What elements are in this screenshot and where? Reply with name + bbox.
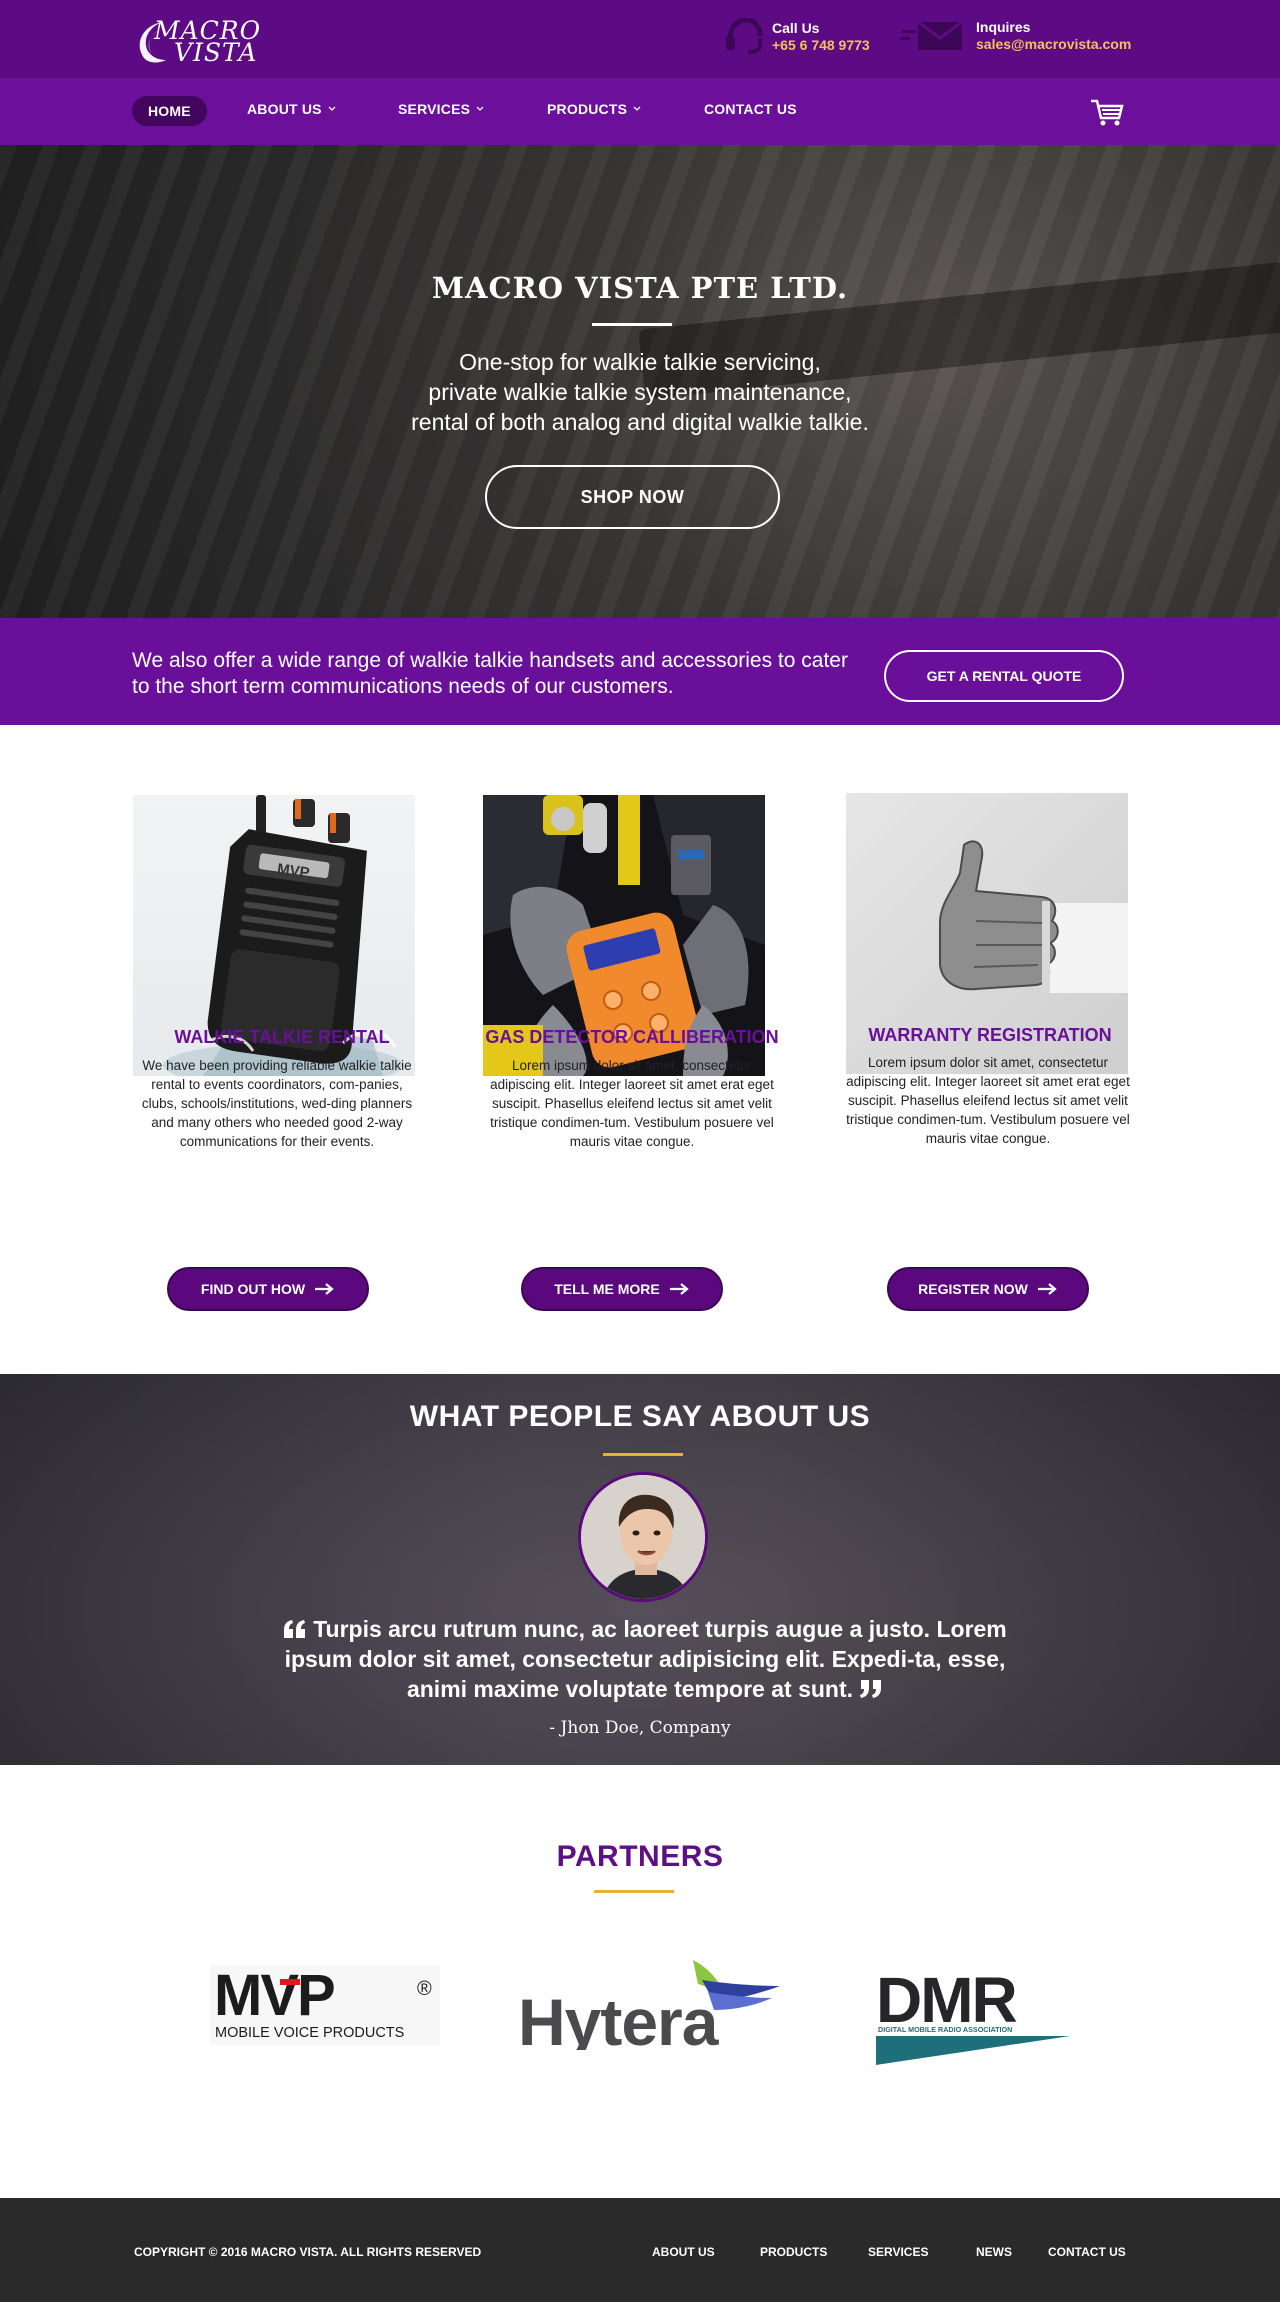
hero-tagline-line-2: private walkie talkie system maintenance… xyxy=(428,379,852,405)
register-now-label: REGISTER NOW xyxy=(918,1281,1028,1297)
testimonials-section: WHAT PEOPLE SAY ABOUT US Turpis arcu rut… xyxy=(0,1374,1280,1765)
footer-link-news[interactable]: NEWS xyxy=(976,2245,1012,2259)
tell-me-more-label: TELL ME MORE xyxy=(554,1281,660,1297)
chevron-down-icon xyxy=(633,106,641,111)
nav-services[interactable]: SERVICES xyxy=(398,101,484,117)
partners-divider xyxy=(594,1890,674,1893)
call-us-block[interactable]: Call Us +65 6 748 9773 xyxy=(724,18,870,54)
partner-logo-mvp[interactable]: MVP MOBILE VOICE PRODUCTS ® xyxy=(210,1965,440,2045)
partner-logo-hytera[interactable]: Hytera xyxy=(518,1950,780,2050)
inquires-block[interactable]: Inquires sales@macrovista.com xyxy=(900,18,1131,53)
nav-about-label: ABOUT US xyxy=(247,101,322,117)
register-now-button[interactable]: REGISTER NOW xyxy=(887,1267,1089,1311)
service-description: Lorem ipsum dolor sit amet, consectetur … xyxy=(490,1058,774,1149)
arrow-right-icon xyxy=(669,1283,689,1295)
service-description: Lorem ipsum dolor sit amet, consectetur … xyxy=(846,1055,1130,1146)
footer-link-products[interactable]: PRODUCTS xyxy=(760,2245,827,2259)
chevron-down-icon xyxy=(476,106,484,111)
testimonials-heading: WHAT PEOPLE SAY ABOUT US xyxy=(409,1400,871,1433)
nav-home[interactable]: HOME xyxy=(132,96,207,126)
hero-tagline-line-3: rental of both analog and digital walkie… xyxy=(411,409,869,435)
mail-icon xyxy=(900,20,963,50)
find-out-how-button[interactable]: FIND OUT HOW xyxy=(167,1267,369,1311)
inquires-email[interactable]: sales@macrovista.com xyxy=(976,36,1131,53)
logo-line-2: VISTA xyxy=(174,38,258,67)
hero-title: MACRO VISTA PTE LTD. xyxy=(431,271,849,305)
inquires-label: Inquires xyxy=(976,19,1031,35)
arrow-right-icon xyxy=(1037,1283,1057,1295)
rental-promo: We also offer a wide range of walkie tal… xyxy=(0,618,1280,725)
testimonial-quote-text: Turpis arcu rutrum nunc, ac laoreet turp… xyxy=(284,1616,1007,1702)
logo[interactable]: MACRO VISTA xyxy=(132,14,260,67)
nav-home-label: HOME xyxy=(148,103,191,119)
service-title: WARRANTY REGISTRATION xyxy=(868,1025,1112,1045)
call-us-number[interactable]: +65 6 748 9773 xyxy=(772,37,870,54)
main-nav: HOME ABOUT US SERVICES PRODUCTS CONTACT … xyxy=(0,78,1280,145)
mvp-registered-mark: ® xyxy=(417,1978,432,2000)
nav-about[interactable]: ABOUT US xyxy=(247,101,336,117)
hero-divider xyxy=(592,323,672,326)
footer-link-services[interactable]: SERVICES xyxy=(868,2245,928,2259)
nav-products-label: PRODUCTS xyxy=(547,101,628,117)
testimonials-divider xyxy=(603,1453,683,1456)
avatar xyxy=(578,1472,708,1602)
find-out-how-label: FIND OUT HOW xyxy=(200,1281,306,1297)
partners-section: PARTNERS MVP MOBILE VOICE PRODUCTS ® Hyt… xyxy=(0,1765,1280,2198)
mvp-subtitle: MOBILE VOICE PRODUCTS xyxy=(215,2025,404,2041)
nav-contact[interactable]: CONTACT US xyxy=(704,101,797,117)
rental-promo-text: We also offer a wide range of walkie tal… xyxy=(132,649,848,698)
nav-services-label: SERVICES xyxy=(398,101,471,117)
partner-logo-dmr[interactable]: DMR DIGITAL MOBILE RADIO ASSOCIATION xyxy=(876,1970,1070,2065)
tell-me-more-button[interactable]: TELL ME MORE xyxy=(521,1267,723,1311)
footer-link-about[interactable]: ABOUT US xyxy=(652,2245,715,2259)
chevron-down-icon xyxy=(328,106,336,111)
mvp-mark: MVP xyxy=(214,1965,334,2028)
hero-tagline: One-stop for walkie talkie servicing, pr… xyxy=(290,347,990,437)
nav-products[interactable]: PRODUCTS xyxy=(547,101,641,117)
footer: COPYRIGHT © 2016 MACRO VISTA. ALL RIGHTS… xyxy=(0,2198,1280,2302)
shop-now-button[interactable]: SHOP NOW xyxy=(485,465,780,529)
quote-open-icon xyxy=(284,1620,306,1638)
cart-icon[interactable] xyxy=(1090,98,1124,128)
hero-tagline-line-1: One-stop for walkie talkie servicing, xyxy=(459,349,821,375)
arrow-right-icon xyxy=(315,1283,334,1295)
dmr-subtitle: DIGITAL MOBILE RADIO ASSOCIATION xyxy=(878,2025,1012,2034)
copyright: COPYRIGHT © 2016 MACRO VISTA. ALL RIGHTS… xyxy=(134,2245,482,2259)
services-section: MVP WALKIE TALKIE RENTAL We have been pr… xyxy=(0,725,1280,1374)
service-title: GAS DETECTOR CALLIBERATION xyxy=(485,1027,779,1047)
page: MACRO VISTA Call Us +65 6 748 9773 Inqui… xyxy=(0,0,1280,2302)
partners-heading: PARTNERS xyxy=(556,1840,724,1873)
testimonial-quote: Turpis arcu rutrum nunc, ac laoreet turp… xyxy=(270,1614,1020,1704)
call-us-label: Call Us xyxy=(772,19,820,36)
top-bar: MACRO VISTA Call Us +65 6 748 9773 Inqui… xyxy=(0,0,1280,78)
footer-link-contact[interactable]: CONTACT US xyxy=(1048,2245,1126,2259)
quote-close-icon xyxy=(860,1680,882,1698)
hytera-wordmark: Hytera xyxy=(518,1985,720,2050)
service-title: WALKIE TALKIE RENTAL xyxy=(174,1027,390,1047)
testimonial-author: - Jhon Doe, Company xyxy=(549,1718,731,1738)
hero: MACRO VISTA PTE LTD. One-stop for walkie… xyxy=(0,145,1280,618)
service-description: We have been providing reliable walkie t… xyxy=(141,1058,413,1149)
headset-icon xyxy=(726,18,763,54)
get-rental-quote-button[interactable]: GET A RENTAL QUOTE xyxy=(884,650,1124,702)
nav-contact-label: CONTACT US xyxy=(704,101,797,117)
